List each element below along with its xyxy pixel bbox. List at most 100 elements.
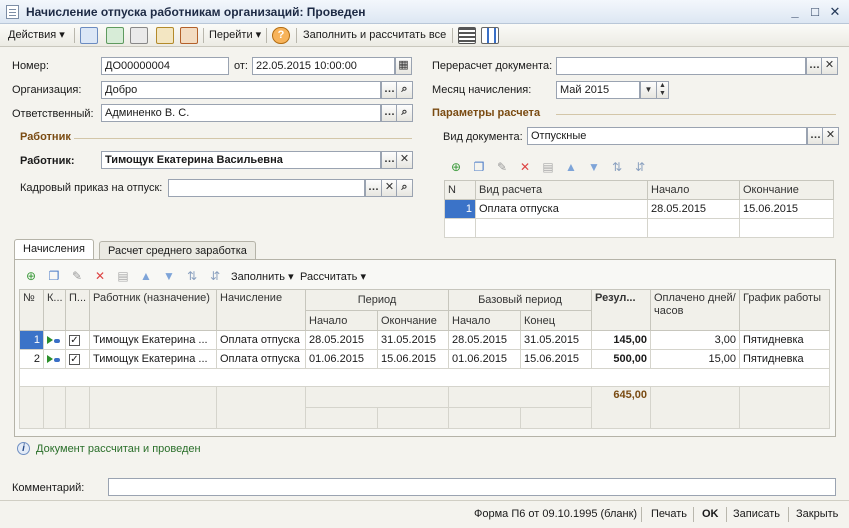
accrual-cell[interactable]: Оплата отпуска bbox=[216, 330, 306, 350]
month-dropdown-icon[interactable]: ▼ bbox=[640, 81, 657, 99]
column-header[interactable]: Конец bbox=[520, 310, 592, 331]
number-field[interactable]: ДО00000004 bbox=[101, 57, 229, 75]
row-check-cell[interactable]: ✓ bbox=[65, 330, 90, 350]
goto-menu[interactable]: Перейти ▾ bbox=[209, 27, 261, 44]
column-header[interactable]: Начало bbox=[448, 310, 521, 331]
delete-row-icon[interactable]: ✕ bbox=[92, 268, 108, 284]
column-header[interactable]: Начисление bbox=[216, 289, 306, 331]
date-field[interactable]: 22.05.2015 10:00:00 bbox=[252, 57, 395, 75]
move-up-icon[interactable]: ▲ bbox=[138, 268, 154, 284]
column-header[interactable]: Начало bbox=[305, 310, 378, 331]
base-start-cell[interactable]: 01.06.2015 bbox=[448, 349, 521, 369]
print-form-link[interactable]: Форма П6 от 09.10.1995 (бланк) bbox=[474, 506, 637, 523]
accrual-cell[interactable]: Оплата отпуска bbox=[216, 349, 306, 369]
organization-open-icon[interactable]: ⌕ bbox=[396, 81, 413, 99]
sort-desc-icon[interactable]: ⇵ bbox=[632, 159, 648, 175]
base-end-cell[interactable]: 15.06.2015 bbox=[520, 349, 592, 369]
sort-asc-icon[interactable]: ⇅ bbox=[609, 159, 625, 175]
order-open-icon[interactable]: ⌕ bbox=[396, 179, 413, 197]
end-edit-icon[interactable]: ▤ bbox=[540, 159, 556, 175]
period-end-cell[interactable]: 31.05.2015 bbox=[377, 330, 449, 350]
add-row-icon[interactable]: ⊕ bbox=[23, 268, 39, 284]
row-checkbox[interactable]: ✓ bbox=[69, 334, 80, 346]
doc-type-field[interactable]: Отпускные bbox=[527, 127, 807, 145]
calendar-icon[interactable]: ▦ bbox=[395, 57, 412, 75]
row-checkbox[interactable]: ✓ bbox=[69, 353, 80, 365]
tab-accruals[interactable]: Начисления bbox=[14, 239, 94, 260]
column-header[interactable]: Базовый период bbox=[448, 289, 592, 311]
month-spinner-icon[interactable]: ▲ ▼ bbox=[656, 81, 669, 99]
print-button[interactable]: Печать bbox=[651, 506, 687, 523]
copy-row-icon[interactable]: ❐ bbox=[46, 268, 62, 284]
column-header[interactable]: N bbox=[444, 180, 476, 200]
column-header[interactable]: Окончание bbox=[739, 180, 834, 200]
column-header[interactable]: Работник (назначение) bbox=[89, 289, 217, 331]
order-select-button[interactable]: … bbox=[365, 179, 382, 197]
column-header[interactable]: График работы bbox=[739, 289, 830, 331]
row-check-cell[interactable]: ✓ bbox=[65, 349, 90, 369]
schedule-cell[interactable]: Пятидневка bbox=[739, 330, 830, 350]
table-row[interactable]: 1 Оплата отпуска 28.05.2015 15.06.2015 bbox=[444, 199, 834, 219]
refresh-icon[interactable] bbox=[106, 27, 124, 44]
worker-cell[interactable]: Тимощук Екатерина ... bbox=[89, 330, 217, 350]
period-start-cell[interactable]: 01.06.2015 bbox=[305, 349, 378, 369]
column-header[interactable]: Оплачено дней/часов bbox=[650, 289, 740, 331]
column-header[interactable]: Начало bbox=[647, 180, 740, 200]
column-header[interactable]: Резул... bbox=[591, 289, 651, 331]
column-header[interactable]: П... bbox=[65, 289, 90, 331]
start-cell[interactable]: 28.05.2015 bbox=[647, 199, 740, 219]
sort-asc-icon[interactable]: ⇅ bbox=[184, 268, 200, 284]
close-window-button[interactable]: ✕ bbox=[826, 3, 844, 20]
period-start-cell[interactable]: 28.05.2015 bbox=[305, 330, 378, 350]
paid-cell[interactable]: 15,00 bbox=[650, 349, 740, 369]
post-document-icon[interactable] bbox=[156, 27, 174, 44]
save-button[interactable]: Записать bbox=[733, 506, 780, 523]
calculate-menu[interactable]: Рассчитать ▾ bbox=[300, 270, 366, 283]
base-start-cell[interactable]: 28.05.2015 bbox=[448, 330, 521, 350]
worker-clear-icon[interactable]: ✕ bbox=[396, 151, 413, 169]
table-row[interactable]: 2 ✓ Тимощук Екатерина ... Оплата отпуска… bbox=[19, 349, 830, 369]
minimize-button[interactable]: _ bbox=[786, 3, 804, 20]
responsible-field[interactable]: Админенко В. С. bbox=[101, 104, 381, 122]
schedule-cell[interactable]: Пятидневка bbox=[739, 349, 830, 369]
calc-type-cell[interactable]: Оплата отпуска bbox=[475, 199, 648, 219]
recalc-field[interactable] bbox=[556, 57, 806, 75]
help-icon[interactable]: ? bbox=[272, 27, 290, 44]
base-end-cell[interactable]: 31.05.2015 bbox=[520, 330, 592, 350]
comment-field[interactable] bbox=[108, 478, 836, 496]
period-end-cell[interactable]: 15.06.2015 bbox=[377, 349, 449, 369]
paid-cell[interactable]: 3,00 bbox=[650, 330, 740, 350]
sort-desc-icon[interactable]: ⇵ bbox=[207, 268, 223, 284]
end-edit-icon[interactable]: ▤ bbox=[115, 268, 131, 284]
column-header[interactable]: Вид расчета bbox=[475, 180, 648, 200]
table-row[interactable]: 1 ✓ Тимощук Екатерина ... Оплата отпуска… bbox=[19, 330, 830, 350]
structure-icon[interactable] bbox=[458, 27, 476, 44]
copy-row-icon[interactable]: ❐ bbox=[471, 159, 487, 175]
column-header[interactable]: Период bbox=[305, 289, 449, 311]
move-up-icon[interactable]: ▲ bbox=[563, 159, 579, 175]
ok-button[interactable]: OK bbox=[702, 506, 719, 523]
column-header[interactable]: К... bbox=[43, 289, 66, 331]
column-header[interactable]: № bbox=[19, 289, 44, 331]
edit-row-icon[interactable]: ✎ bbox=[494, 159, 510, 175]
actions-menu[interactable]: Действия ▾ bbox=[8, 27, 65, 44]
edit-row-icon[interactable]: ✎ bbox=[69, 268, 85, 284]
unpost-document-icon[interactable] bbox=[180, 27, 198, 44]
responsible-open-icon[interactable]: ⌕ bbox=[396, 104, 413, 122]
move-to-journal-icon[interactable] bbox=[80, 27, 98, 44]
end-cell[interactable]: 15.06.2015 bbox=[739, 199, 834, 219]
subordination-icon[interactable] bbox=[481, 27, 499, 44]
move-down-icon[interactable]: ▼ bbox=[586, 159, 602, 175]
month-field[interactable]: Май 2015 bbox=[556, 81, 640, 99]
delete-row-icon[interactable]: ✕ bbox=[517, 159, 533, 175]
worker-cell[interactable]: Тимощук Екатерина ... bbox=[89, 349, 217, 369]
move-down-icon[interactable]: ▼ bbox=[161, 268, 177, 284]
tab-average-earnings[interactable]: Расчет среднего заработка bbox=[99, 241, 256, 260]
column-header[interactable]: Окончание bbox=[377, 310, 449, 331]
add-row-icon[interactable]: ⊕ bbox=[448, 159, 464, 175]
worker-field[interactable]: Тимощук Екатерина Васильевна bbox=[101, 151, 381, 169]
copy-document-icon[interactable] bbox=[130, 27, 148, 44]
result-cell[interactable]: 500,00 bbox=[591, 349, 651, 369]
doc-type-clear-icon[interactable]: ✕ bbox=[822, 127, 839, 145]
fill-menu[interactable]: Заполнить ▾ bbox=[231, 270, 294, 283]
